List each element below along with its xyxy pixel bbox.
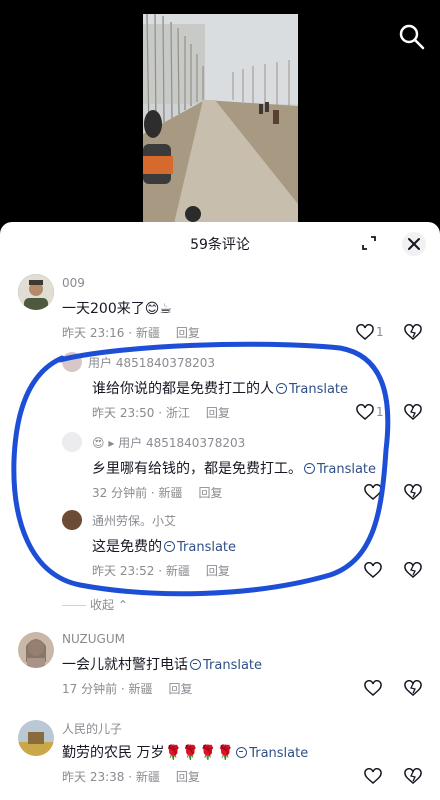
translate-button[interactable]: Translate — [162, 540, 236, 555]
comment-time: 昨天 23:16 · 新疆 — [62, 326, 160, 340]
comment-time: 昨天 23:38 · 新疆 — [62, 770, 160, 784]
search-icon — [399, 24, 425, 50]
comment-time: 17 分钟前 · 新疆 — [62, 682, 153, 696]
video-area[interactable] — [0, 0, 440, 240]
heart-icon[interactable] — [356, 324, 374, 342]
avatar[interactable] — [18, 274, 54, 310]
comment-username[interactable]: 009 — [62, 276, 85, 290]
comment-username[interactable]: 通州劳保。小艾 — [92, 512, 176, 529]
video-thumbnail[interactable] — [143, 14, 298, 228]
comment-meta: 17 分钟前 · 新疆 回复 — [62, 680, 193, 697]
heart-icon[interactable] — [356, 404, 374, 422]
comment-time: 昨天 23:50 · 浙江 — [92, 406, 190, 420]
translate-label: Translate — [317, 462, 377, 477]
translate-label: Translate — [203, 658, 263, 673]
expand-icon — [362, 236, 376, 250]
avatar[interactable] — [18, 632, 54, 668]
translate-button[interactable]: Translate — [274, 382, 348, 397]
expand-button[interactable] — [358, 232, 380, 254]
reply-button[interactable]: 回复 — [176, 326, 200, 340]
comment-text-body: 谁给你说的都是免费打工的人 — [92, 381, 274, 397]
comment-time: 昨天 23:52 · 新疆 — [92, 564, 190, 578]
reply-button[interactable]: 回复 — [206, 406, 230, 420]
comment-meta: 昨天 23:50 · 浙江 回复 — [92, 404, 230, 421]
avatar[interactable] — [62, 432, 82, 452]
comment-time: 32 分钟前 · 新疆 — [92, 486, 183, 500]
comment-text-body: 勤劳的农民 万岁🌹🌹🌹🌹 — [62, 745, 235, 761]
search-button[interactable] — [397, 22, 427, 52]
avatar-image — [18, 274, 54, 310]
comment-username[interactable]: 用户 4851840378203 — [88, 354, 215, 371]
dislike-icon[interactable] — [404, 484, 422, 502]
translate-icon — [190, 659, 201, 670]
dislike-icon[interactable] — [404, 768, 422, 786]
comment-text: 一天200来了😊☕ — [62, 301, 172, 317]
chevron-up-icon: ⌃ — [114, 598, 128, 612]
translate-button[interactable]: Translate — [188, 658, 262, 673]
translate-icon — [164, 541, 175, 552]
reply-button[interactable]: 回复 — [169, 682, 193, 696]
comment-meta: 昨天 23:52 · 新疆 回复 — [92, 562, 230, 579]
heart-icon[interactable] — [364, 768, 382, 786]
translate-icon — [276, 383, 287, 394]
comment-text: 这是免费的 Translate — [92, 536, 236, 556]
heart-icon[interactable] — [364, 484, 382, 502]
collapse-replies-button[interactable]: 收起 ⌃ — [62, 596, 128, 613]
reply-button[interactable]: 回复 — [176, 770, 200, 784]
collapse-label: 收起 — [90, 598, 115, 612]
translate-label: Translate — [249, 746, 309, 761]
translate-button[interactable]: Translate — [302, 462, 376, 477]
avatar[interactable] — [62, 510, 82, 530]
translate-button[interactable]: Translate — [234, 746, 308, 761]
close-icon — [408, 238, 420, 250]
dislike-icon[interactable] — [404, 562, 422, 580]
dislike-icon[interactable] — [404, 680, 422, 698]
divider — [62, 605, 86, 606]
comment-meta: 昨天 23:38 · 新疆 回复 — [62, 768, 200, 785]
comment-username[interactable]: 人民的儿子 — [62, 720, 122, 737]
comment-text: 勤劳的农民 万岁🌹🌹🌹🌹 Translate — [62, 742, 308, 762]
avatar-image — [18, 720, 54, 756]
translate-icon — [236, 747, 248, 758]
heart-icon[interactable] — [364, 562, 382, 580]
dislike-icon[interactable] — [404, 324, 422, 342]
reply-button[interactable]: 回复 — [199, 486, 223, 500]
translate-label: Translate — [289, 382, 349, 397]
like-count: 1 — [376, 325, 384, 339]
comment-text-body: 这是免费的 — [92, 539, 162, 555]
avatar[interactable] — [18, 720, 54, 756]
comment-text: 乡里哪有给钱的，都是免费打工。 Translate — [92, 458, 376, 478]
comment-text: 一会儿就村警打电话 Translate — [62, 654, 262, 674]
reply-button[interactable]: 回复 — [206, 564, 230, 578]
comment-meta: 昨天 23:16 · 新疆 回复 — [62, 324, 200, 341]
dislike-icon[interactable] — [404, 404, 422, 422]
close-button[interactable] — [402, 232, 426, 256]
translate-label: Translate — [177, 540, 237, 555]
comment-username[interactable]: 😍 ▸ 用户 4851840378203 — [92, 434, 245, 451]
avatar[interactable] — [62, 352, 82, 372]
avatar-image — [18, 632, 54, 668]
comment-text-body: 乡里哪有给钱的，都是免费打工。 — [92, 461, 302, 477]
heart-icon[interactable] — [364, 680, 382, 698]
translate-icon — [304, 463, 315, 474]
comment-username[interactable]: NUZUGUM — [62, 632, 125, 646]
comment-sheet: 59条评论 009 一天200来了😊☕ 昨天 23:16 · 新疆 回复 1 用… — [0, 222, 440, 800]
comment-text-body: 一会儿就村警打电话 — [62, 657, 188, 673]
comment-meta: 32 分钟前 · 新疆 回复 — [92, 484, 223, 501]
comment-text: 谁给你说的都是免费打工的人 Translate — [92, 378, 348, 398]
road-scene-image — [143, 14, 298, 228]
like-count: 1 — [376, 405, 384, 419]
